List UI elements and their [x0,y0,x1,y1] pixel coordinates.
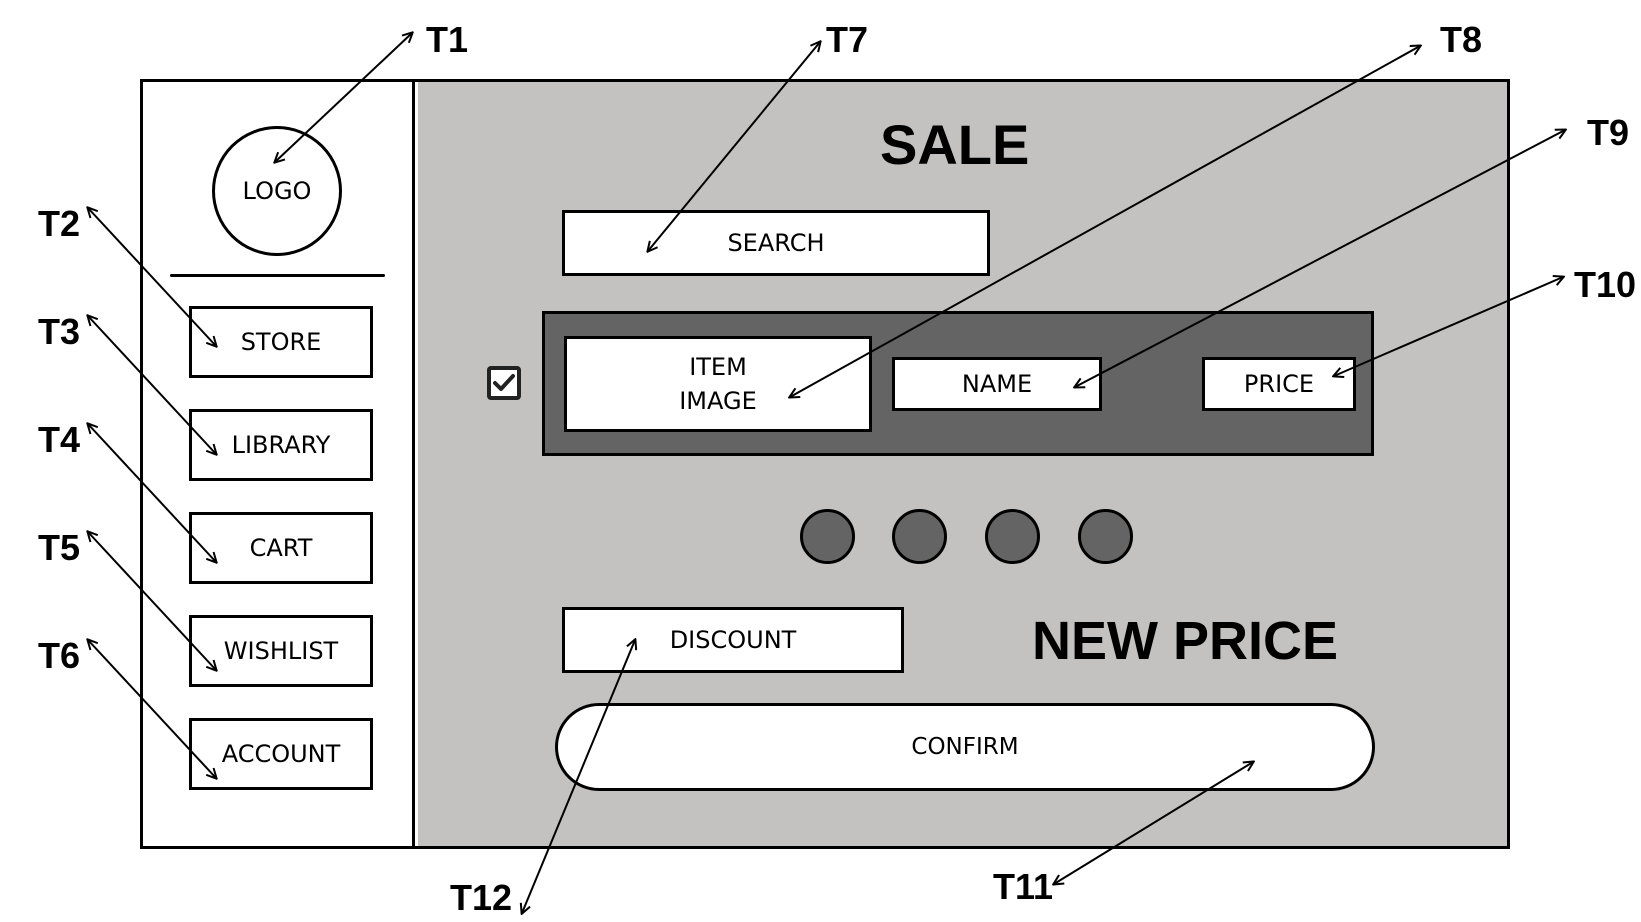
arrow-t7 [648,42,820,251]
annotation-label-t11: T11 [993,866,1054,907]
arrow-t4 [88,424,216,562]
arrow-t10 [1334,277,1563,376]
annotation-label-t9: T9 [1587,112,1630,153]
arrow-t11 [1054,762,1253,884]
annotation-label-t6: T6 [38,635,81,676]
annotation-label-t4: T4 [38,419,81,460]
arrow-t9 [1075,130,1565,387]
annotation-label-t10: T10 [1574,264,1637,305]
arrow-t12 [522,640,635,913]
annotation-label-t7: T7 [826,19,869,60]
annotation-label-t3: T3 [38,311,81,352]
arrow-t2 [88,208,216,346]
annotation-arrows [0,0,1641,922]
arrow-t8 [790,46,1420,397]
arrow-t1 [275,33,412,162]
annotation-label-t8: T8 [1440,19,1483,60]
arrow-t3 [88,316,216,454]
annotation-label-t1: T1 [426,19,469,60]
arrow-t6 [88,640,216,778]
annotation-label-t2: T2 [38,203,81,244]
annotation-label-t5: T5 [38,527,81,568]
arrow-t5 [88,532,216,670]
annotation-label-t12: T12 [450,877,513,918]
